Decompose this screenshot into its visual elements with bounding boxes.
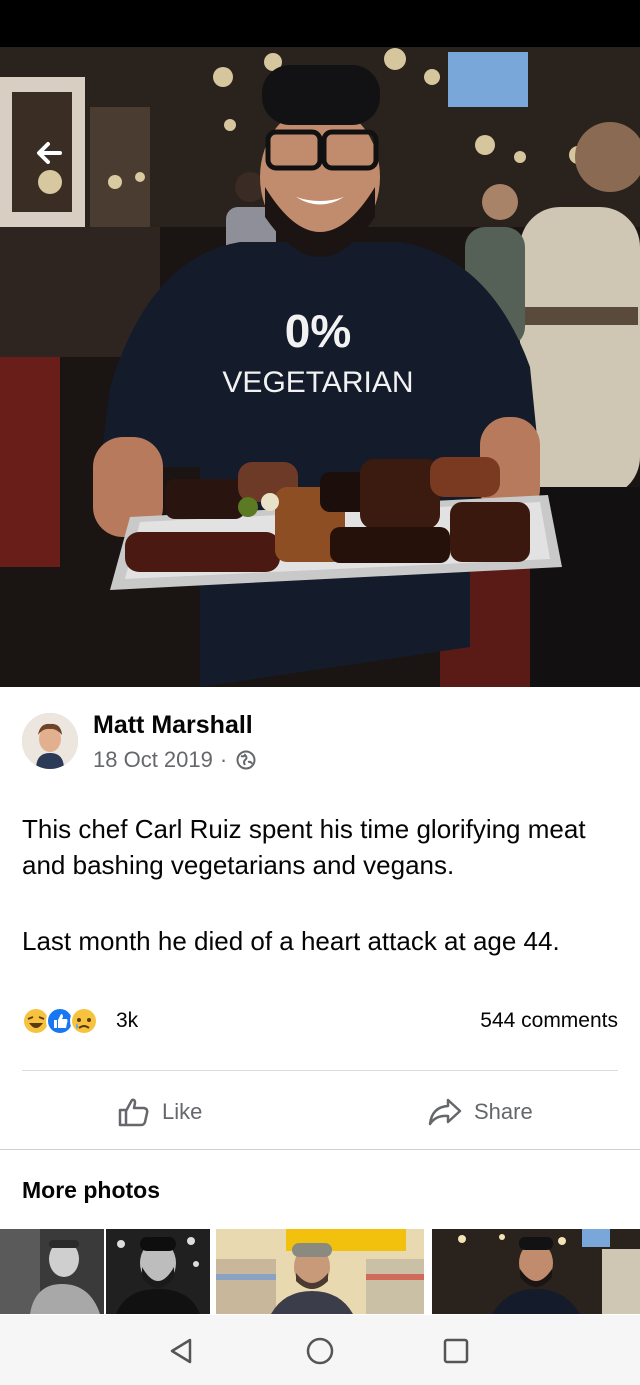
post-date[interactable]: 18 Oct 2019 bbox=[93, 747, 213, 773]
photo-thumbnail[interactable] bbox=[432, 1229, 640, 1314]
post-text-paragraph-1: This chef Carl Ruiz spent his time glori… bbox=[22, 814, 586, 880]
more-photos-strip bbox=[0, 1229, 640, 1314]
divider bbox=[22, 1070, 618, 1071]
photo-thumbnail[interactable] bbox=[106, 1229, 210, 1314]
reactions-bar: 3k 544 comments bbox=[22, 1003, 618, 1039]
author-name[interactable]: Matt Marshall bbox=[93, 711, 253, 740]
comment-count[interactable]: 544 comments bbox=[480, 1009, 618, 1033]
photo-thumbnail[interactable] bbox=[0, 1229, 104, 1314]
meta-separator: · bbox=[219, 747, 228, 772]
avatar-image bbox=[22, 713, 78, 769]
reaction-count[interactable]: 3k bbox=[116, 1009, 138, 1033]
reaction-icons[interactable] bbox=[22, 1005, 110, 1037]
haha-icon bbox=[22, 1007, 50, 1035]
post-body: This chef Carl Ruiz spent his time glori… bbox=[22, 811, 622, 999]
back-triangle-icon[interactable] bbox=[166, 1335, 198, 1367]
home-circle-icon[interactable] bbox=[304, 1335, 336, 1367]
photo-thumbnail[interactable] bbox=[216, 1229, 424, 1314]
like-button[interactable]: Like bbox=[116, 1094, 202, 1130]
share-label: Share bbox=[474, 1099, 533, 1124]
share-arrow-icon bbox=[428, 1098, 462, 1126]
status-bar bbox=[0, 0, 640, 47]
photo-illustration: 0% VEGETARIAN bbox=[0, 47, 640, 687]
post-text-paragraph-2: Last month he died of a heart attack at … bbox=[22, 926, 560, 956]
like-icon bbox=[46, 1007, 74, 1035]
thumbs-up-icon bbox=[118, 1098, 149, 1127]
globe-icon bbox=[236, 750, 256, 770]
recents-square-icon[interactable] bbox=[440, 1335, 472, 1367]
shirt-text-percent: 0% bbox=[285, 305, 351, 357]
more-photos-title: More photos bbox=[22, 1177, 160, 1203]
back-arrow-icon[interactable] bbox=[30, 133, 70, 173]
post-header: Matt Marshall 18 Oct 2019 · bbox=[22, 711, 622, 773]
avatar[interactable] bbox=[22, 713, 78, 769]
shirt-text-vegetarian: VEGETARIAN bbox=[222, 366, 413, 399]
system-navigation-bar bbox=[0, 1315, 640, 1385]
like-label: Like bbox=[162, 1099, 203, 1124]
divider bbox=[0, 1149, 640, 1150]
post-photo[interactable]: 0% VEGETARIAN bbox=[0, 47, 640, 687]
post-meta: 18 Oct 2019 · bbox=[93, 747, 256, 773]
sad-icon bbox=[70, 1007, 98, 1035]
share-button[interactable]: Share bbox=[426, 1094, 533, 1130]
